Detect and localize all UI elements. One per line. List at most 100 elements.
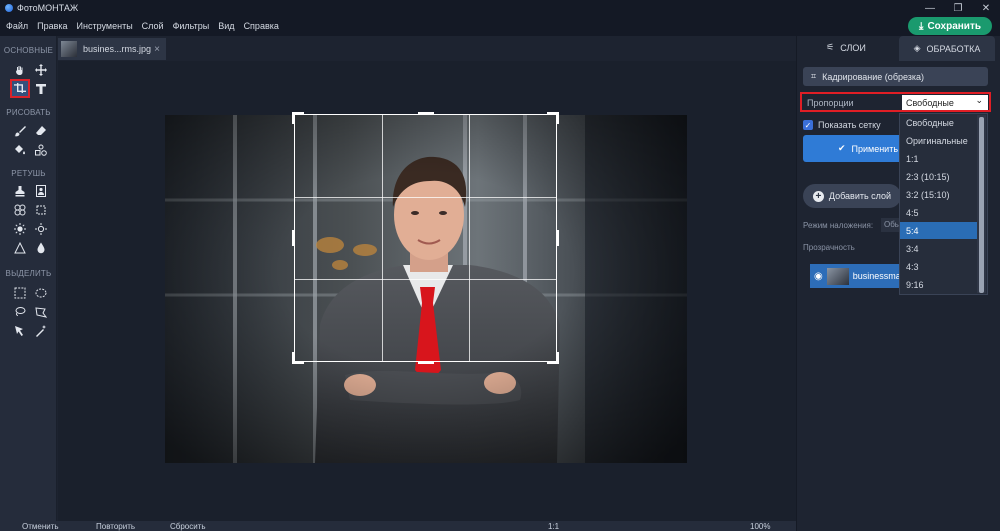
sharpen-tool[interactable] [11,239,29,256]
dropdown-option-selected[interactable]: 5:4 [900,222,978,239]
save-label: Сохранить [927,20,981,32]
magic-select-tool[interactable] [11,322,29,339]
shapes-tool[interactable] [32,141,50,158]
crop-handle-tl-v[interactable] [292,112,295,124]
proportions-select[interactable]: Свободные ⌄ [902,95,988,110]
blend-mode-label: Режим наложения: [803,221,874,230]
menu-filters[interactable]: Фильтры [173,21,210,31]
dropdown-option[interactable]: 2:3 (10:15) [900,168,978,185]
magic-wand-tool[interactable] [32,322,50,339]
move-tool[interactable] [32,61,50,78]
grid-line-v2 [469,115,470,361]
text-tool[interactable] [32,80,50,97]
crop-title: Кадрирование (обрезка) [822,71,925,82]
add-layer-button[interactable]: + Добавить слой [803,184,901,208]
section-draw: РИСОВАТЬ [6,108,51,117]
reset-button[interactable]: Сбросить [170,522,206,531]
chevron-down-icon: ⌄ [975,95,983,105]
brightness-tool[interactable] [11,220,29,237]
lasso-tool[interactable] [11,303,29,320]
crop-small-icon: ⌗ [811,71,817,81]
patch-tool[interactable] [32,201,50,218]
sun-icon [14,222,26,235]
zoom-1to1-button[interactable]: 1:1 [548,522,559,531]
menu-view[interactable]: Вид [218,21,234,31]
zoom-value[interactable]: 100% [750,522,770,531]
left-toolbar: ОСНОВНЫЕ РИСОВАТЬ РЕТУШЬ ВЫДЕЛИТЬ [0,36,57,531]
check-icon: ✔ [837,143,846,153]
menu-layer[interactable]: Слой [142,21,164,31]
hand-tool[interactable] [11,61,29,78]
blur-tool[interactable] [32,239,50,256]
menu-help[interactable]: Справка [244,21,279,31]
undo-button[interactable]: Отменить [22,522,59,531]
minimize-button[interactable]: — [916,0,944,16]
fill-tool[interactable] [11,141,29,158]
grid-line-v1 [382,115,383,361]
add-layer-label: Добавить слой [828,191,892,201]
plus-icon: + [812,190,824,202]
dropdown-option[interactable]: 3:4 [900,240,978,257]
crop-tool[interactable] [10,79,30,98]
rect-select-icon [14,287,26,298]
portrait-tool[interactable] [32,182,50,199]
dropdown-option[interactable]: 4:3 [900,258,978,275]
layer-name: businessma [852,271,901,281]
heal-tool[interactable] [11,201,29,218]
dropdown-option[interactable]: Оригинальные [900,132,978,149]
proportions-value: Свободные [906,97,954,108]
brush-tool[interactable] [11,122,29,139]
tab-processing[interactable]: ◈ ОБРАБОТКА [899,36,995,61]
section-select: ВЫДЕЛИТЬ [5,269,52,278]
text-icon [36,83,46,94]
bandage-icon [14,204,26,215]
document-tab[interactable]: busines...rms.jpg × [58,38,166,60]
dropdown-scrollbar[interactable] [977,115,986,293]
cursor-select-icon [15,325,23,336]
crop-handle-bottom[interactable] [418,361,434,364]
proportions-label: Пропорции [807,98,854,108]
rect-select-tool[interactable] [11,284,29,301]
dropdown-option[interactable]: 4:5 [900,204,978,221]
sun-outline-icon [35,222,47,235]
dropdown-scroll-thumb[interactable] [979,117,984,293]
ellipse-select-icon [35,288,47,297]
save-button[interactable]: ⤓ Сохранить [908,17,992,35]
crop-handle-bl-v[interactable] [292,352,295,364]
crop-handle-br-v[interactable] [556,352,559,364]
tab-close-icon[interactable]: × [154,44,160,55]
dropdown-option[interactable]: 1:1 [900,150,978,167]
crop-frame[interactable] [294,114,557,362]
close-button[interactable]: ✕ [972,0,1000,16]
crop-handle-tr-v[interactable] [556,112,559,124]
dropdown-option[interactable]: 9:16 [900,276,978,293]
menu-edit[interactable]: Правка [37,21,67,31]
menu-file[interactable]: Файл [6,21,28,31]
dropdown-option[interactable]: 3:2 (15:10) [900,186,978,203]
crop-mode-button[interactable]: ⌗ Кадрирование (обрезка) [803,67,988,86]
show-grid-label: Показать сетку [818,120,881,130]
crop-handle-left[interactable] [292,230,295,246]
magic-wand-icon [36,324,46,337]
redo-button[interactable]: Повторить [96,522,135,531]
eraser-icon [36,125,46,135]
section-retouch: РЕТУШЬ [11,169,46,178]
polygon-lasso-tool[interactable] [32,303,50,320]
panel-tabs: ⚟ СЛОИ ◈ ОБРАБОТКА [797,36,1000,61]
dropdown-option[interactable]: Свободные [900,114,978,131]
maximize-button[interactable]: ❐ [944,0,972,16]
drop-icon [37,242,45,253]
dodge-tool[interactable] [32,220,50,237]
eye-icon[interactable]: ◉ [814,271,823,282]
checkbox-checked-icon: ✓ [803,120,813,130]
tab-layers[interactable]: ⚟ СЛОИ [797,36,895,61]
show-grid-checkbox[interactable]: ✓ Показать сетку [803,120,881,130]
layer-item[interactable]: ◉ businessma [810,264,910,288]
ellipse-select-tool[interactable] [32,284,50,301]
crop-handle-right[interactable] [556,230,559,246]
crop-handle-top[interactable] [418,112,434,115]
stamp-tool[interactable] [11,182,29,199]
app-title: ФотоМОНТАЖ [17,3,79,13]
menu-tools[interactable]: Инструменты [77,21,133,31]
eraser-tool[interactable] [32,122,50,139]
